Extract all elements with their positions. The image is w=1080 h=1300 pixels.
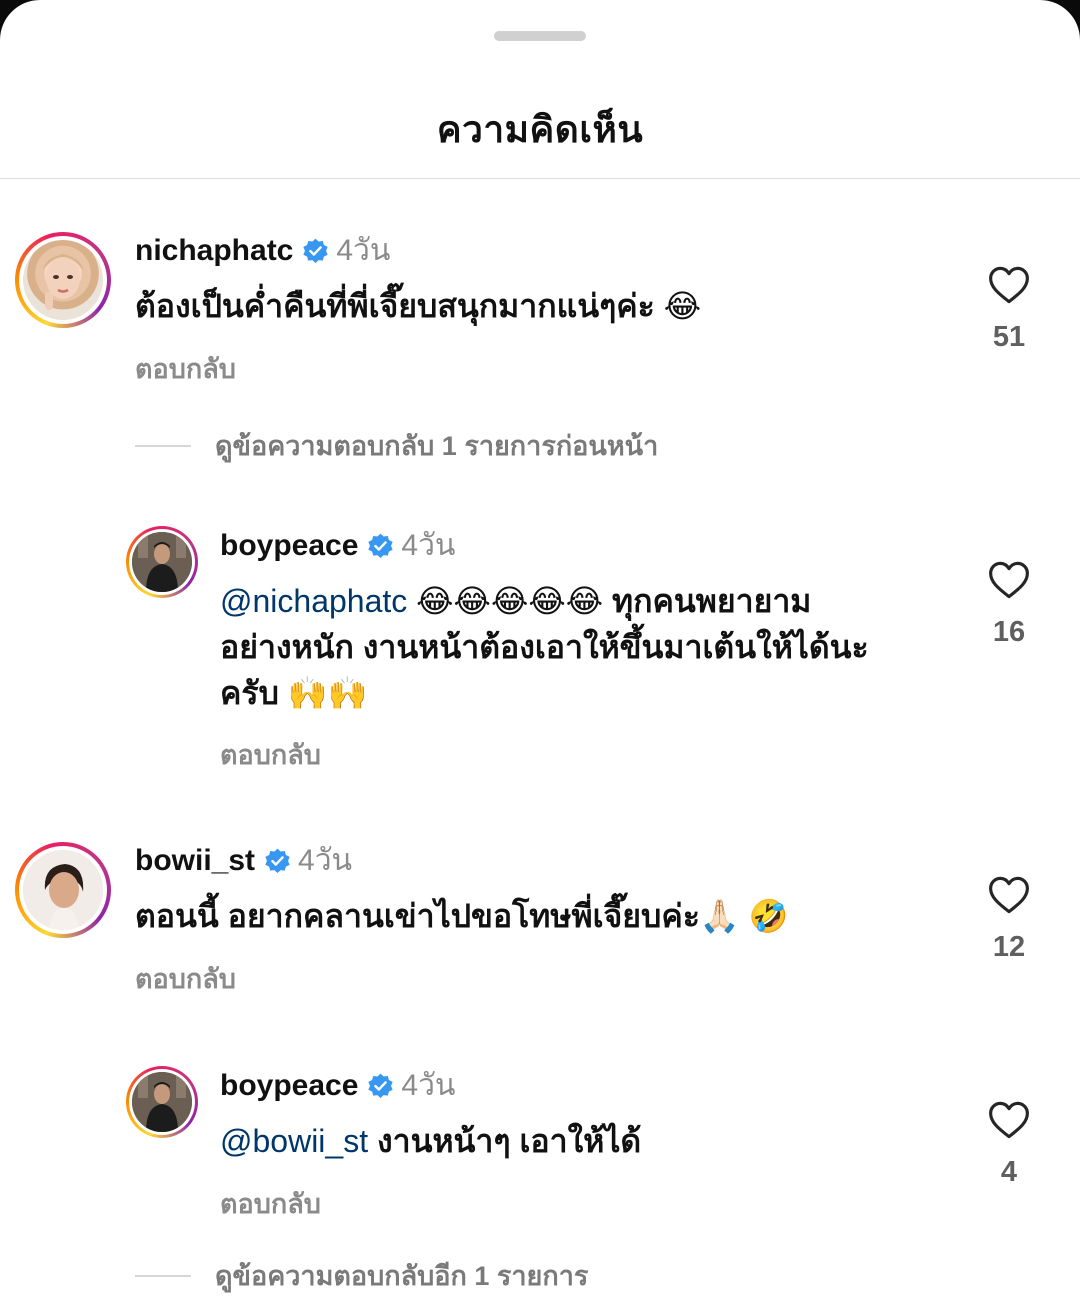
comment-time: 4วัน	[401, 529, 456, 562]
sheet-title: ความคิดเห็น	[436, 109, 644, 150]
reply-button[interactable]: ตอบกลับ	[220, 1182, 321, 1225]
heart-outline-icon	[989, 561, 1029, 599]
comment-time: 4วัน	[336, 234, 391, 267]
comment-text: @bowii_st งานหน้าๆ เอาให้ได้	[220, 1123, 642, 1159]
like-button[interactable]: 51	[979, 265, 1039, 354]
comment-text: @nichaphatc 😂😂😂😂😂 ทุกคนพยายาม อย่างหนัก …	[220, 583, 869, 711]
like-count: 16	[992, 616, 1026, 648]
avatar[interactable]	[15, 232, 111, 328]
mention-link[interactable]: @nichaphatc	[220, 583, 407, 619]
mention-link[interactable]: @bowii_st	[220, 1123, 368, 1159]
comment-username[interactable]: boypeace	[220, 528, 358, 564]
like-button[interactable]: 4	[979, 1100, 1039, 1189]
comment-username[interactable]: boypeace	[220, 1068, 358, 1104]
view-previous-replies-label: ดูข้อความตอบกลับ 1 รายการก่อนหน้า	[215, 431, 659, 461]
verified-badge-icon	[368, 533, 394, 558]
reply-button[interactable]: ตอบกลับ	[135, 347, 236, 390]
verified-badge-icon	[303, 238, 329, 263]
heart-outline-icon	[989, 1101, 1029, 1139]
replies-line	[135, 1274, 191, 1277]
like-count: 51	[992, 321, 1026, 353]
reply-button[interactable]: ตอบกลับ	[220, 733, 321, 776]
header-divider	[0, 178, 1080, 179]
sheet-drag-handle[interactable]	[494, 31, 586, 41]
comment-time: 4วัน	[298, 844, 353, 877]
like-button[interactable]: 12	[979, 875, 1039, 964]
verified-badge-icon	[368, 1073, 394, 1098]
avatar[interactable]	[126, 526, 198, 598]
comment-text: ต้องเป็นค่ำคืนที่พี่เจี๊ยบสนุกมากแน่ๆค่ะ…	[135, 288, 702, 324]
comment-time: 4วัน	[401, 1069, 456, 1102]
heart-outline-icon	[989, 876, 1029, 914]
comment-text: ตอนนี้ อยากคลานเข่าไปขอโทษพี่เจี๊ยบค่ะ🙏🏻…	[135, 898, 789, 934]
avatar[interactable]	[15, 842, 111, 938]
verified-badge-icon	[265, 848, 290, 873]
comment-username[interactable]: nichaphatc	[135, 233, 293, 269]
avatar[interactable]	[126, 1066, 198, 1138]
view-previous-replies-button[interactable]: ดูข้อความตอบกลับ 1 รายการก่อนหน้า	[135, 424, 658, 467]
replies-line	[135, 444, 191, 447]
view-more-replies-label: ดูข้อความตอบกลับอีก 1 รายการ	[215, 1261, 589, 1291]
view-more-replies-button[interactable]: ดูข้อความตอบกลับอีก 1 รายการ	[135, 1254, 588, 1297]
like-count: 12	[992, 931, 1026, 963]
like-button[interactable]: 16	[979, 560, 1039, 649]
heart-outline-icon	[989, 266, 1029, 304]
comments-sheet: ความคิดเห็น nichaphatc 4วัน ต้องเป็นค่ำค…	[0, 0, 1080, 1300]
like-count: 4	[1000, 1156, 1018, 1188]
comment-username[interactable]: bowii_st	[135, 843, 255, 879]
reply-button[interactable]: ตอบกลับ	[135, 957, 236, 1000]
